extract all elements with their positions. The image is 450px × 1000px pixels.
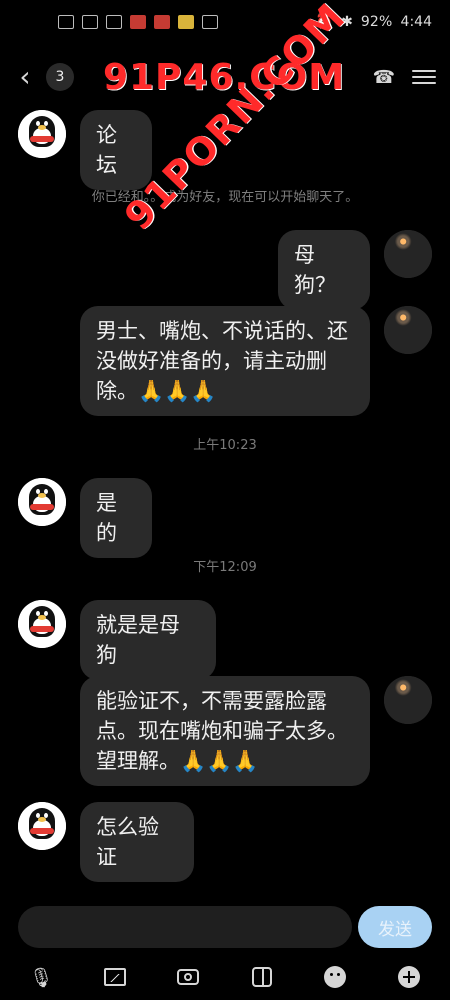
battery-text: 92% [360,14,393,30]
phone-icon[interactable]: ☎ [372,65,396,89]
avatar [384,676,432,724]
penguin-avatar-icon [18,110,66,158]
message-row: 就是是母狗 [0,600,450,680]
nav-actions: ☎ [372,65,436,89]
system-message: 你已经和。。成为好友，现在可以开始聊天了。 [91,190,359,205]
message-bubble: 论坛 [80,110,152,190]
message-bubble: 怎么验证 [80,802,194,882]
chevron-left-icon[interactable]: ‹ [14,61,36,93]
app-icon [178,15,194,29]
status-bar: ⏰ ✱ 92% 4:44 [0,0,450,44]
night-photo-icon [384,306,432,354]
avatar [18,478,66,526]
composer: 发送 [0,900,450,1000]
time-text: 4:44 [400,14,432,30]
emoji-icon[interactable] [321,963,349,991]
unread-badge[interactable]: 3 [46,63,74,91]
night-photo-icon [384,230,432,278]
penguin-avatar-icon [18,802,66,850]
signal-icon [82,15,98,29]
send-button[interactable]: 发送 [358,906,432,948]
message-row: 能验证不，不需要露脸露点。现在嘴炮和骗子太多。望理解。🙏🙏🙏 [0,676,450,786]
status-left [58,15,218,29]
penguin-avatar-icon [18,478,66,526]
avatar [18,802,66,850]
bottom-toolbar [0,960,450,994]
message-row: 男士、嘴炮、不说话的、还没做好准备的，请主动删除。🙏🙏🙏 [0,306,450,416]
more-icon [202,15,218,29]
image-icon[interactable] [101,963,129,991]
hd-icon [58,15,74,29]
time-divider: 上午10:23 [193,438,257,453]
penguin-avatar-icon [18,600,66,648]
message-row: 怎么验证 [0,802,450,882]
avatar [384,230,432,278]
message-bubble: 男士、嘴炮、不说话的、还没做好准备的，请主动删除。🙏🙏🙏 [80,306,370,416]
microphone-icon[interactable] [27,963,55,991]
message-row: 是的 [0,478,450,558]
message-row: 母狗？ [0,230,450,310]
app-icon [154,15,170,29]
menu-icon[interactable] [412,65,436,89]
message-bubble: 能验证不，不需要露脸露点。现在嘴炮和骗子太多。望理解。🙏🙏🙏 [80,676,370,786]
plus-icon[interactable] [395,963,423,991]
message-bubble: 就是是母狗 [80,600,216,680]
gift-icon[interactable] [248,963,276,991]
avatar [18,110,66,158]
message-input[interactable] [18,906,352,948]
message-bubble: 是的 [80,478,152,558]
message-bubble: 母狗？ [278,230,370,310]
camera-icon[interactable] [174,963,202,991]
avatar [18,600,66,648]
night-photo-icon [384,676,432,724]
app-icon [130,15,146,29]
chat-area: 论坛 你已经和。。成为好友，现在可以开始聊天了。 母狗？ 男士、嘴炮、不说话的、… [0,110,450,900]
avatar [384,306,432,354]
time-divider: 下午12:09 [193,560,257,575]
wifi-icon [106,15,122,29]
